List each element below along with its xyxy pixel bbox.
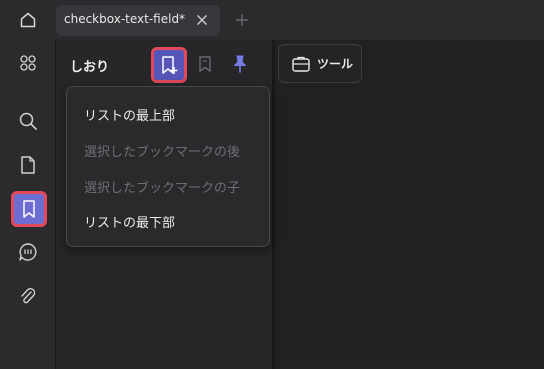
plus-icon xyxy=(236,14,248,26)
rail-apps-button[interactable] xyxy=(13,48,43,78)
rail-search-button[interactable] xyxy=(13,106,43,136)
search-icon xyxy=(19,112,37,130)
close-icon xyxy=(197,15,207,25)
toolbox-icon xyxy=(292,56,310,72)
menu-item-after-selected: 選択したブックマークの後 xyxy=(84,145,241,160)
bookmark-icon xyxy=(199,56,211,72)
rail-bookmark-button[interactable] xyxy=(11,191,47,227)
rail-comment-button[interactable] xyxy=(13,237,43,267)
add-bookmark-menu: リストの最上部 選択したブックマークの後 選択したブックマークの子 リストの最下… xyxy=(66,86,270,247)
add-bookmark-button[interactable] xyxy=(151,47,187,83)
panel-divider[interactable] xyxy=(272,40,275,369)
menu-item-child-of-selected: 選択したブックマークの子 xyxy=(84,181,241,196)
add-bookmark-icon xyxy=(162,56,178,74)
tab-close-button[interactable] xyxy=(192,10,212,30)
home-icon xyxy=(20,12,36,28)
tools-label: ツール xyxy=(317,57,354,71)
bookmark-icon xyxy=(23,200,35,218)
pin-icon xyxy=(234,55,246,73)
comment-icon xyxy=(19,243,37,261)
bookmark-options-button[interactable] xyxy=(192,51,218,77)
new-tab-button[interactable] xyxy=(232,10,252,30)
menu-item-top-of-list[interactable]: リストの最上部 xyxy=(84,105,175,124)
tools-button[interactable]: ツール xyxy=(278,44,362,83)
rail-document-button[interactable] xyxy=(13,150,43,180)
paperclip-icon xyxy=(21,287,36,304)
menu-item-bottom-of-list[interactable]: リストの最下部 xyxy=(84,212,175,231)
rail-attachment-button[interactable] xyxy=(13,282,43,312)
panel-title: しおり xyxy=(70,60,110,75)
document-icon xyxy=(21,156,35,174)
pin-panel-button[interactable] xyxy=(227,51,253,77)
tab-title: checkbox-text-field* xyxy=(64,12,186,26)
home-button[interactable] xyxy=(12,8,44,32)
apps-icon xyxy=(20,55,36,71)
